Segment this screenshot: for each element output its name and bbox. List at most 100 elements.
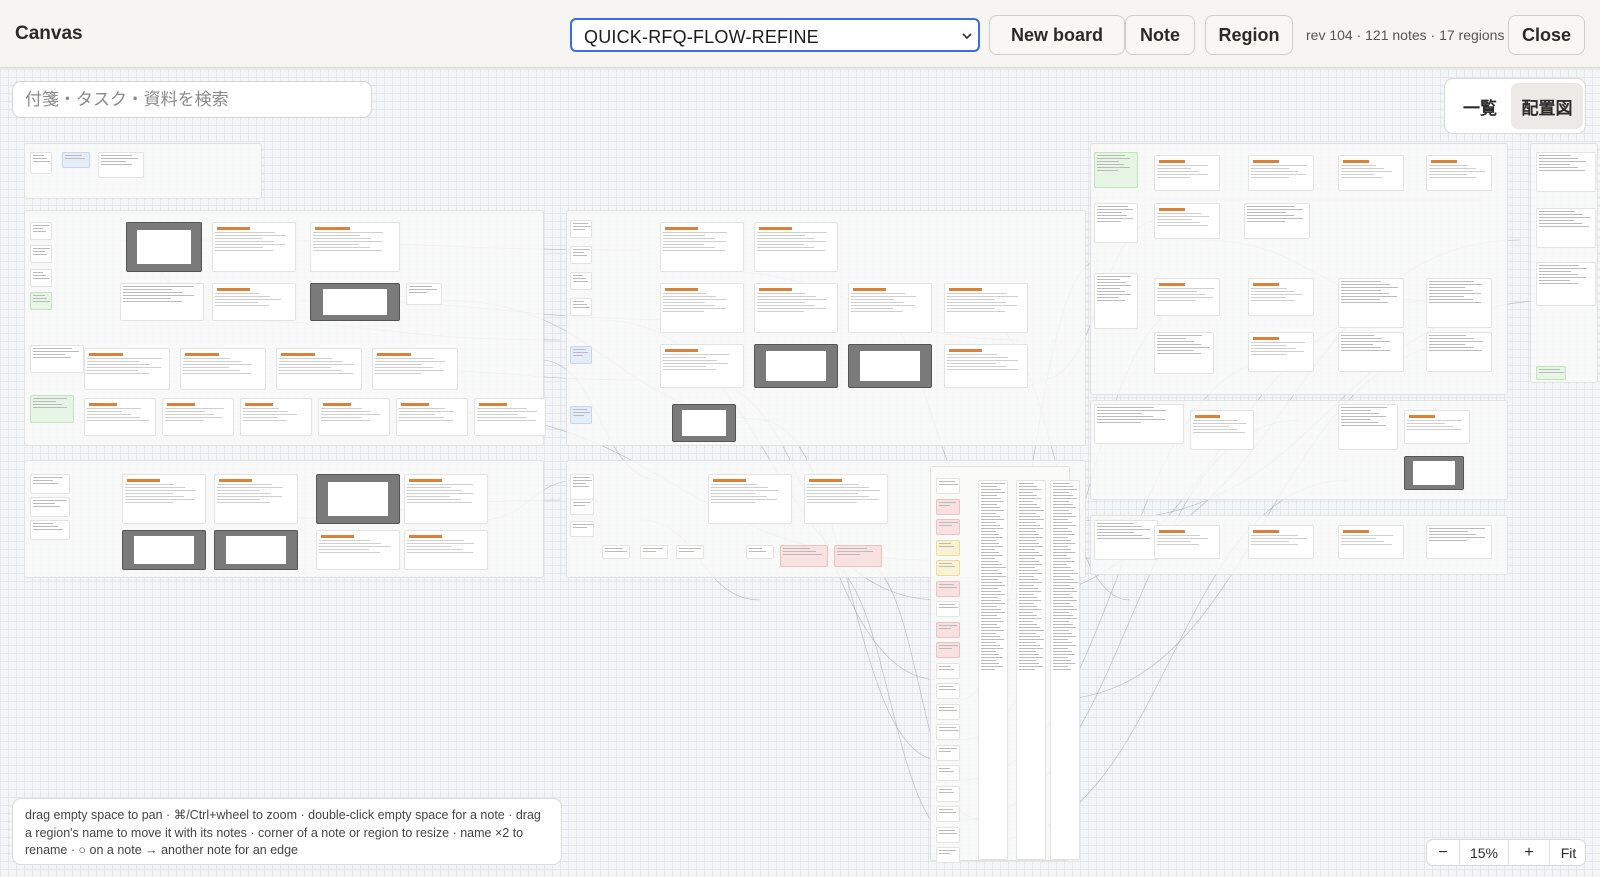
note[interactable] (30, 474, 70, 494)
note[interactable] (30, 152, 52, 174)
note[interactable] (214, 530, 298, 570)
note[interactable] (936, 826, 960, 843)
note[interactable] (936, 785, 960, 802)
zoom-out-button[interactable]: − (1427, 840, 1459, 865)
note[interactable] (570, 346, 592, 364)
note[interactable] (276, 348, 362, 390)
search-input[interactable] (12, 81, 372, 118)
note[interactable] (1154, 203, 1220, 239)
zoom-fit-button[interactable]: Fit (1549, 840, 1587, 865)
note[interactable] (660, 344, 744, 388)
note[interactable] (404, 474, 488, 524)
note[interactable] (1338, 155, 1404, 191)
add-note-button[interactable]: Note (1125, 15, 1195, 55)
new-board-button[interactable]: New board (989, 15, 1125, 55)
note[interactable] (640, 545, 668, 559)
note[interactable] (1404, 410, 1470, 444)
note[interactable] (676, 545, 704, 559)
note[interactable] (1426, 155, 1492, 191)
board-canvas[interactable] (0, 69, 1600, 877)
note[interactable] (30, 497, 70, 517)
note[interactable] (570, 474, 594, 500)
note[interactable] (1536, 262, 1596, 306)
note[interactable] (848, 344, 932, 388)
note[interactable] (754, 222, 838, 272)
note[interactable] (660, 283, 744, 333)
note[interactable] (212, 222, 296, 272)
note[interactable] (672, 404, 736, 442)
note[interactable] (708, 474, 792, 524)
note[interactable] (1094, 203, 1138, 243)
note[interactable] (570, 298, 592, 316)
close-button[interactable]: Close (1508, 15, 1585, 55)
note[interactable] (1248, 155, 1314, 191)
note[interactable] (936, 560, 960, 576)
note[interactable] (1248, 525, 1314, 559)
note[interactable] (944, 283, 1028, 333)
note[interactable] (936, 601, 960, 617)
note[interactable] (780, 545, 828, 567)
note[interactable] (1248, 332, 1314, 372)
note[interactable] (310, 283, 400, 321)
note[interactable] (754, 344, 838, 388)
note[interactable] (396, 398, 468, 436)
note[interactable] (936, 642, 960, 658)
note[interactable] (1338, 404, 1398, 450)
note[interactable] (30, 395, 74, 423)
note[interactable] (936, 683, 960, 699)
note[interactable] (1094, 152, 1138, 188)
note[interactable] (1094, 520, 1158, 560)
note[interactable] (214, 474, 298, 524)
board-select[interactable]: QUICK-RFQ-FLOW-REFINE (570, 18, 980, 52)
note[interactable] (570, 406, 592, 424)
note[interactable] (936, 539, 960, 556)
note[interactable] (1338, 278, 1404, 328)
note[interactable] (1536, 208, 1596, 248)
note[interactable] (310, 222, 400, 272)
note[interactable] (978, 480, 1008, 860)
note[interactable] (1094, 273, 1138, 329)
note[interactable] (936, 662, 960, 679)
note[interactable] (30, 292, 52, 310)
zoom-in-button[interactable]: + (1509, 840, 1549, 865)
note[interactable] (936, 519, 960, 535)
note[interactable] (372, 348, 458, 390)
note[interactable] (570, 272, 592, 290)
note[interactable] (944, 344, 1028, 388)
note[interactable] (120, 283, 204, 321)
note[interactable] (1536, 366, 1566, 380)
note[interactable] (122, 530, 206, 570)
note[interactable] (62, 152, 90, 168)
note[interactable] (98, 152, 144, 178)
note[interactable] (660, 222, 744, 272)
note[interactable] (180, 348, 266, 390)
note[interactable] (240, 398, 312, 436)
note[interactable] (1426, 278, 1492, 328)
note[interactable] (1244, 203, 1310, 239)
note[interactable] (30, 345, 84, 373)
note[interactable] (834, 545, 882, 567)
note[interactable] (804, 474, 888, 524)
note[interactable] (936, 498, 960, 515)
note[interactable] (1190, 410, 1254, 450)
note[interactable] (162, 398, 234, 436)
note[interactable] (1154, 155, 1220, 191)
note[interactable] (936, 621, 960, 638)
note[interactable] (570, 499, 594, 515)
note[interactable] (936, 580, 960, 597)
add-region-button[interactable]: Region (1205, 15, 1293, 55)
view-list-tab[interactable]: 一覧 (1449, 83, 1511, 129)
view-map-tab[interactable]: 配置図 (1511, 83, 1583, 129)
note[interactable] (1248, 278, 1314, 316)
note[interactable] (30, 222, 52, 240)
note[interactable] (1338, 332, 1404, 372)
note[interactable] (126, 222, 202, 272)
note[interactable] (1426, 525, 1492, 559)
note[interactable] (1536, 152, 1596, 192)
note[interactable] (84, 348, 170, 390)
note[interactable] (316, 474, 400, 524)
note[interactable] (122, 474, 206, 524)
note[interactable] (30, 269, 52, 287)
note[interactable] (404, 530, 488, 570)
note[interactable] (1154, 332, 1214, 374)
